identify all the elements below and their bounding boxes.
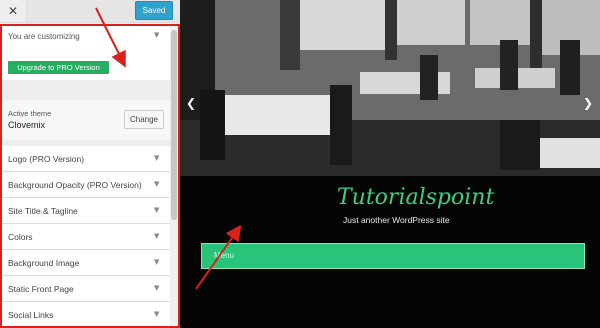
menu-label: Menu: [214, 251, 235, 260]
section-list: Logo (PRO Version) ▼ Background Opacity …: [0, 146, 170, 328]
section-label: Site Title & Tagline: [8, 206, 78, 216]
close-icon: ✕: [7, 4, 19, 18]
site-menu-bar[interactable]: Menu: [201, 243, 585, 269]
sidebar-scroll-thumb[interactable]: [171, 30, 177, 220]
section-label: Background Opacity (PRO Version): [8, 180, 142, 190]
site-preview: [180, 0, 600, 328]
section-static-front-page[interactable]: Static Front Page ▼: [0, 276, 170, 302]
upgrade-pro-button[interactable]: Upgrade to PRO Version: [8, 61, 109, 74]
close-button[interactable]: ✕: [0, 0, 27, 22]
chevron-down-icon: ▼: [154, 284, 160, 292]
section-label: Colors: [8, 232, 33, 242]
chevron-down-icon: ▼: [154, 206, 160, 214]
active-theme-label: Active theme: [8, 109, 52, 118]
section-site-title-tagline[interactable]: Site Title & Tagline ▼: [0, 198, 170, 224]
site-tagline: Just another WordPress site: [343, 215, 450, 225]
slider-next-icon[interactable]: ❯: [583, 96, 593, 112]
chevron-down-icon: ▼: [154, 258, 160, 266]
section-social-links[interactable]: Social Links ▼: [0, 302, 170, 328]
header-slider-image: [180, 0, 600, 176]
chevron-down-icon: ▼: [154, 232, 160, 240]
customizer-topbar: ✕ Saved: [0, 0, 180, 23]
section-background-image[interactable]: Background Image ▼: [0, 250, 170, 276]
slider-prev-icon[interactable]: ❮: [186, 96, 196, 112]
chevron-down-icon: ▼: [154, 180, 160, 188]
change-theme-button[interactable]: Change: [124, 110, 164, 129]
site-title[interactable]: Tutorialspoint: [337, 185, 494, 210]
chevron-down-icon: ▼: [154, 310, 160, 318]
saved-button[interactable]: Saved: [135, 1, 173, 20]
restaurant-photo: [180, 0, 600, 176]
customizer-sidebar: ✕ Saved You are customizing ▼ Upgrade to…: [0, 0, 180, 328]
customizing-panel: You are customizing ▼ Upgrade to PRO Ver…: [0, 24, 170, 80]
section-label: Social Links: [8, 310, 54, 320]
theme-name: Clovemix: [8, 120, 46, 130]
chevron-down-icon: ▼: [154, 154, 160, 162]
section-label: Static Front Page: [8, 284, 74, 294]
chevron-down-icon[interactable]: ▼: [154, 31, 159, 39]
section-background-opacity[interactable]: Background Opacity (PRO Version) ▼: [0, 172, 170, 198]
section-label: Logo (PRO Version): [8, 154, 85, 164]
customizing-label: You are customizing: [8, 32, 80, 41]
section-colors[interactable]: Colors ▼: [0, 224, 170, 250]
section-logo-pro[interactable]: Logo (PRO Version) ▼: [0, 146, 170, 172]
section-label: Background Image: [8, 258, 80, 268]
